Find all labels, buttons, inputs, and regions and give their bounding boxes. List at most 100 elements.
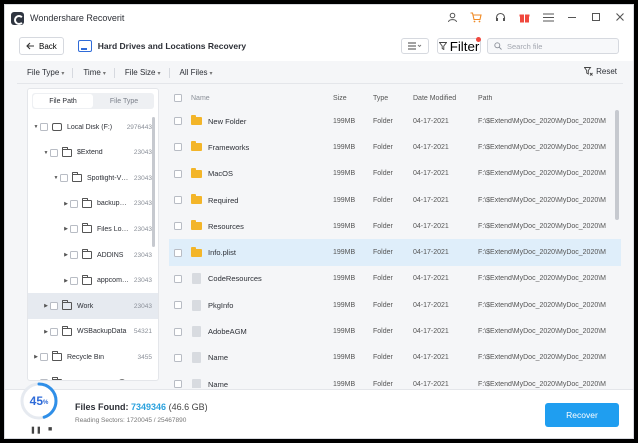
caret-right-icon[interactable]: ▶ [32, 354, 40, 360]
row-name-cell: Resources [191, 220, 333, 231]
caret-down-icon[interactable]: ▼ [42, 150, 50, 156]
gift-icon[interactable] [517, 10, 531, 24]
close-icon[interactable] [613, 10, 627, 24]
tree-item[interactable]: ▼ $Extend 23043 [28, 140, 158, 166]
tree-item[interactable]: ▶ Recycle Bin 3455 [28, 344, 158, 370]
tree-item[interactable]: ▶ ADDINS 23043 [28, 242, 158, 268]
tree-item[interactable]: ▶ backupdata 23043 [28, 191, 158, 217]
row-date: 04-17-2021 [413, 275, 449, 283]
tree-item-checkbox[interactable] [70, 225, 78, 234]
chevron-down-icon: ▾ [61, 71, 65, 77]
row-name: Resources [208, 221, 244, 231]
caret-down-icon[interactable]: ▼ [32, 124, 40, 130]
maximize-icon[interactable] [589, 10, 603, 24]
row-checkbox[interactable] [174, 222, 182, 231]
row-checkbox[interactable] [174, 327, 182, 336]
row-size: 199MB [333, 196, 356, 204]
tab-file-type[interactable]: File Type [94, 93, 154, 109]
chevron-down-icon: ▾ [209, 71, 213, 77]
time-dropdown[interactable]: Time ▾ [83, 68, 106, 77]
tree-item[interactable]: ▶Unsourced files?3455 [28, 370, 158, 380]
tree-item[interactable]: ▶ Work 23043 [28, 293, 158, 320]
caret-down-icon[interactable]: ▼ [52, 175, 60, 181]
tree-item[interactable]: ▶ WSBackupData 54321 [28, 319, 158, 345]
caret-right-icon[interactable]: ▶ [62, 201, 70, 207]
all-files-dropdown[interactable]: All Files ▾ [180, 68, 213, 77]
table-row[interactable]: Resources 199MB Folder 04-17-2021 F:\$Extend… [169, 213, 621, 239]
row-checkbox[interactable] [174, 196, 182, 205]
tree-item-checkbox[interactable] [70, 199, 78, 208]
tree-item-checkbox[interactable] [40, 353, 48, 362]
table-row[interactable]: Info.plist 199MB Folder 04-17-2021 F:\$Exten… [169, 239, 621, 266]
recover-button[interactable]: Recover [545, 403, 619, 427]
stop-icon[interactable]: ■ [48, 426, 52, 433]
folder-icon [191, 246, 202, 257]
minimize-icon[interactable] [565, 10, 579, 24]
row-checkbox[interactable] [174, 169, 182, 178]
row-name: PkgInfo [208, 300, 234, 310]
search-box[interactable] [487, 38, 619, 54]
column-size[interactable]: Size [333, 95, 373, 102]
filter-button[interactable]: Filter [437, 37, 481, 54]
search-input[interactable] [507, 41, 607, 51]
table-scrollbar[interactable] [615, 110, 619, 220]
row-checkbox[interactable] [174, 248, 182, 257]
row-name: MacOS [208, 169, 234, 179]
select-all-checkbox[interactable] [174, 94, 182, 102]
user-icon[interactable] [445, 10, 459, 24]
tree-item-label: Local Disk (F:) [67, 123, 113, 131]
table-row[interactable]: Name 199MB Folder 04-17-2021 F:\$Extend\MyDo… [169, 345, 621, 371]
row-size: 199MB [333, 380, 356, 388]
caret-right-icon[interactable]: ▶ [62, 278, 70, 284]
row-name: Frameworks [208, 142, 250, 152]
row-checkbox-cell [169, 222, 191, 231]
tree-item-checkbox[interactable] [50, 327, 58, 336]
tree-item-checkbox[interactable] [70, 251, 78, 259]
file-size-dropdown[interactable]: File Size ▾ [125, 68, 161, 77]
table-row[interactable]: New Folder 199MB Folder 04-17-2021 F:\$Exten… [169, 108, 621, 134]
row-checkbox[interactable] [174, 143, 182, 152]
table-row[interactable]: Frameworks 199MB Folder 04-17-2021 F:\$Exten… [169, 134, 621, 160]
tree-item-checkbox[interactable] [70, 276, 78, 285]
row-checkbox[interactable] [174, 274, 182, 283]
caret-right-icon[interactable]: ▶ [62, 226, 70, 232]
tab-file-path[interactable]: File Path [33, 94, 93, 108]
row-checkbox[interactable] [174, 353, 182, 362]
view-mode-button[interactable] [401, 38, 429, 54]
row-checkbox[interactable] [174, 380, 182, 388]
pause-icon[interactable]: ❚❚ [30, 426, 42, 434]
table-row[interactable]: CodeResources 199MB Folder 04-17-2021 F:\$Ex… [169, 266, 621, 292]
headset-icon[interactable] [493, 10, 507, 24]
caret-right-icon[interactable]: ▶ [62, 252, 70, 258]
tree-item-checkbox[interactable] [50, 302, 58, 311]
table-row[interactable]: Required 199MB Folder 04-17-2021 F:\$Extend\… [169, 187, 621, 213]
table-row[interactable]: MacOS 199MB Folder 04-17-2021 F:\$Extend\MyD… [169, 161, 621, 187]
tree-item-count: 3455 [137, 353, 152, 361]
tree-item-checkbox[interactable] [40, 123, 48, 131]
disk-icon [52, 123, 62, 131]
tree-item[interactable]: ▼ Local Disk (F:) 2976443 [28, 114, 158, 140]
tree-item[interactable]: ▼ Spotlight-V10000...23043 [28, 165, 158, 191]
column-date-modified[interactable]: Date Modified [413, 95, 478, 102]
column-name[interactable]: Name [191, 95, 333, 102]
tree-scrollbar[interactable] [152, 117, 155, 247]
tree-item-checkbox[interactable] [50, 148, 58, 157]
cart-icon[interactable] [469, 10, 483, 24]
back-button[interactable]: Back [19, 37, 64, 55]
table-row[interactable]: AdobeAGM 199MB Folder 04-17-2021 F:\$Extend\… [169, 318, 621, 344]
caret-right-icon[interactable]: ▶ [42, 329, 50, 335]
reset-button[interactable]: Reset [584, 67, 617, 76]
column-type[interactable]: Type [373, 95, 413, 102]
help-icon[interactable]: ? [118, 379, 127, 380]
tree-item-checkbox[interactable] [60, 174, 68, 183]
column-path[interactable]: Path [478, 95, 613, 102]
menu-icon[interactable] [541, 10, 555, 24]
tree-item[interactable]: ▶ appcompat 23043 [28, 268, 158, 294]
table-row[interactable]: PkgInfo 199MB Folder 04-17-2021 F:\$Extend\M… [169, 292, 621, 318]
row-checkbox[interactable] [174, 117, 182, 126]
tree-item[interactable]: ▶ Files Lost Origin...23043 [28, 216, 158, 242]
caret-right-icon[interactable]: ▶ [42, 303, 50, 309]
file-type-dropdown[interactable]: File Type ▾ [27, 68, 64, 77]
row-checkbox[interactable] [174, 301, 182, 310]
table-row[interactable]: Name 199MB Folder 04-17-2021 F:\$Extend\MyDo… [169, 371, 621, 388]
